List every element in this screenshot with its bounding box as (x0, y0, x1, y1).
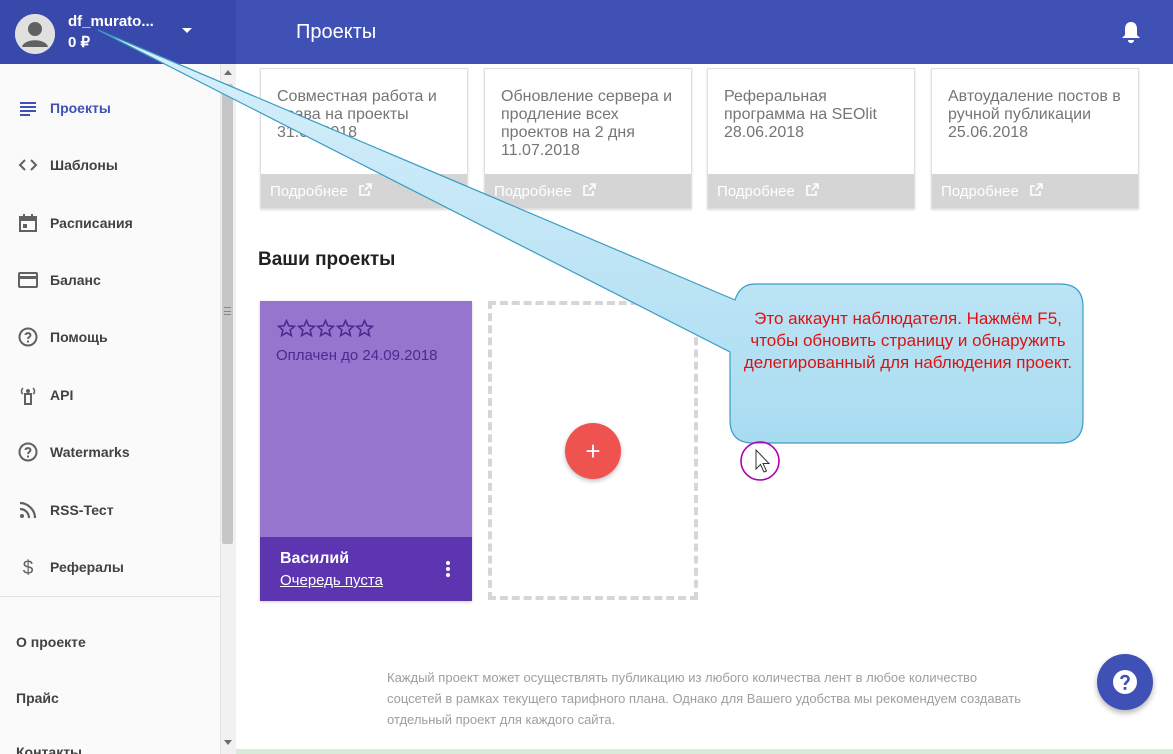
more-vert-icon[interactable] (444, 561, 452, 579)
star-icon[interactable] (296, 319, 316, 338)
news-more-label: Подробнее (717, 183, 795, 200)
news-more-link[interactable]: Подробнее (708, 174, 914, 208)
news-more-link[interactable]: Подробнее (261, 174, 467, 208)
paid-until: Оплачен до 24.09.2018 (276, 347, 438, 364)
project-card-footer: Василий Очередь пуста (260, 537, 472, 601)
help-circle-icon (18, 327, 38, 347)
sidebar-item-schedules[interactable]: Расписания (0, 201, 220, 245)
sidebar-link-contacts[interactable]: Контакты (16, 744, 82, 754)
sidebar-item-label: Рефералы (50, 559, 124, 575)
avatar[interactable] (15, 14, 55, 54)
bell-icon[interactable] (1120, 20, 1142, 44)
news-more-label: Подробнее (270, 183, 348, 200)
app-header: df_murato... 0 ₽ Проекты (0, 0, 1173, 64)
svg-text:$: $ (23, 558, 34, 577)
sidebar: Проекты Шаблоны Расписания Баланс Помощь… (0, 64, 220, 754)
code-icon (18, 159, 38, 171)
news-more-label: Подробнее (941, 183, 1019, 200)
news-date: 25.06.2018 (948, 124, 1029, 141)
star-icon[interactable] (355, 319, 374, 338)
news-date: 11.07.2018 (501, 142, 580, 159)
sidebar-item-label: Проекты (50, 100, 111, 116)
sidebar-item-label: API (50, 387, 74, 403)
news-date: 28.06.2018 (724, 124, 805, 141)
sidebar-link-about[interactable]: О проекте (16, 634, 86, 650)
help-button[interactable] (1097, 654, 1153, 710)
sidebar-item-watermarks[interactable]: Watermarks (0, 430, 220, 474)
dollar-icon: $ (23, 558, 34, 577)
sidebar-item-label: Шаблоны (50, 157, 118, 173)
queue-link[interactable]: Очередь пуста (280, 572, 383, 589)
sidebar-item-label: Расписания (50, 215, 133, 231)
star-icon[interactable] (335, 319, 355, 338)
news-title: Обновление сервера и продление всех прое… (501, 88, 673, 141)
sidebar-item-label: RSS-Тест (50, 502, 114, 518)
account-panel[interactable]: df_murato... 0 ₽ (0, 0, 236, 64)
external-link-icon (583, 183, 596, 196)
scroll-down-arrow-icon[interactable] (224, 740, 232, 745)
credit-card-icon (18, 272, 38, 288)
external-link-icon (1030, 183, 1043, 196)
calendar-icon (19, 214, 37, 232)
add-project-button[interactable]: + (565, 423, 621, 479)
sidebar-link-pricing[interactable]: Прайс (16, 690, 59, 706)
sidebar-item-referrals[interactable]: $ Рефералы (0, 545, 220, 589)
news-more-label: Подробнее (494, 183, 572, 200)
rss-icon (19, 501, 37, 519)
news-title: Реферальная программа на SEOlit (724, 88, 877, 123)
scroll-grip-icon (224, 307, 231, 315)
sidebar-item-label: Watermarks (50, 444, 130, 460)
sidebar-item-api[interactable]: API (0, 373, 220, 417)
plus-icon: + (585, 436, 601, 466)
callout-text: Это аккаунт наблюдателя. Нажмём F5, чтоб… (743, 309, 1073, 372)
news-text: Автоудаление постов в ручной публикации … (948, 88, 1132, 142)
sidebar-item-help[interactable]: Помощь (0, 315, 220, 359)
news-text: Обновление сервера и продление всех прое… (501, 88, 685, 160)
sidebar-item-label: Помощь (50, 329, 108, 345)
star-icon[interactable] (316, 319, 335, 338)
caret-down-icon[interactable] (182, 28, 192, 33)
news-more-link[interactable]: Подробнее (932, 174, 1138, 208)
page-title: Проекты (296, 21, 377, 43)
sidebar-item-balance[interactable]: Баланс (0, 258, 220, 302)
account-balance: 0 ₽ (68, 34, 91, 51)
news-text: Реферальная программа на SEOlit 28.06.20… (724, 88, 908, 142)
section-title: Ваши проекты (258, 249, 396, 270)
help-circle-icon (18, 442, 38, 462)
cursor-highlight (740, 441, 780, 481)
user-avatar-icon (15, 14, 55, 54)
account-name[interactable]: df_murato... (68, 13, 154, 30)
news-card: Автоудаление постов в ручной публикации … (931, 68, 1139, 209)
star-icon[interactable] (277, 319, 296, 338)
antenna-icon (20, 387, 36, 405)
sidebar-item-templates[interactable]: Шаблоны (0, 143, 220, 187)
sidebar-item-rss-test[interactable]: RSS-Тест (0, 488, 220, 532)
list-icon (20, 102, 36, 116)
mouse-cursor-icon (755, 448, 771, 473)
external-link-icon (359, 183, 372, 196)
news-date: 31.07.2018 (277, 124, 358, 141)
news-text: Совместная работа и права на проекты 31.… (277, 88, 461, 142)
scroll-up-arrow-icon[interactable] (224, 70, 232, 75)
news-more-link[interactable]: Подробнее (485, 174, 691, 208)
news-card: Совместная работа и права на проекты 31.… (260, 68, 468, 209)
status-strip (236, 749, 1173, 754)
news-title: Совместная работа и права на проекты (277, 88, 437, 123)
news-card: Реферальная программа на SEOlit 28.06.20… (707, 68, 915, 209)
sidebar-divider (0, 596, 220, 597)
sidebar-item-projects[interactable]: Проекты (0, 86, 220, 130)
rating-stars[interactable] (277, 319, 375, 339)
news-card: Обновление сервера и продление всех прое… (484, 68, 692, 209)
project-name[interactable]: Василий (280, 550, 349, 568)
project-card[interactable]: Оплачен до 24.09.2018 Василий Очередь пу… (260, 301, 472, 601)
help-circle-icon (1113, 670, 1137, 694)
sidebar-item-label: Баланс (50, 272, 101, 288)
external-link-icon (806, 183, 819, 196)
news-title: Автоудаление постов в ручной публикации (948, 88, 1121, 123)
footer-note: Каждый проект может осуществлять публика… (387, 670, 1022, 727)
